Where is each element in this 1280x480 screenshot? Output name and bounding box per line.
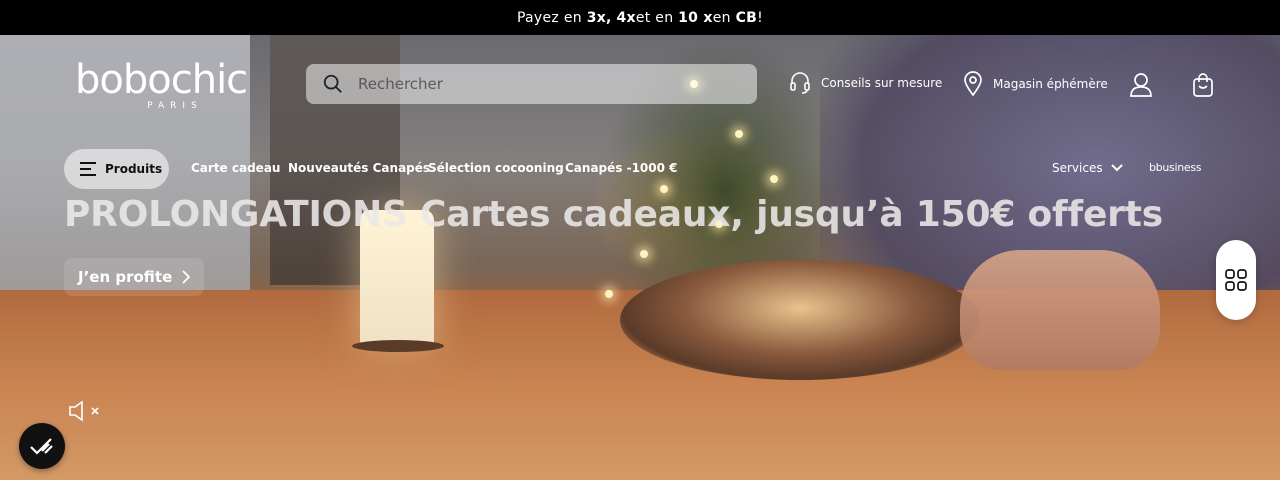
- chevron-right-icon: [182, 270, 191, 284]
- shopping-bag-icon[interactable]: [1191, 72, 1215, 98]
- cookie-consent-button[interactable]: [19, 423, 65, 469]
- hero-hand: [960, 250, 1160, 370]
- speaker-muted-icon[interactable]: [68, 400, 102, 422]
- tree-light: [735, 130, 743, 138]
- promo-mid: et en: [635, 9, 674, 26]
- tree-light: [640, 250, 648, 258]
- tree-light: [660, 185, 668, 193]
- hero-cta-label: J’en profite: [78, 268, 173, 286]
- promo-suffix: !: [757, 9, 764, 26]
- nav-gift-card[interactable]: Carte cadeau: [191, 161, 280, 175]
- hero-cta-button[interactable]: J’en profite: [64, 258, 205, 296]
- location-pin-icon: [964, 71, 982, 97]
- nav-cocooning[interactable]: Sélection cocooning: [428, 161, 564, 175]
- promo-prefix: Payez en: [516, 9, 582, 26]
- services-dropdown[interactable]: Services: [1052, 161, 1123, 175]
- products-menu-label: Produits: [105, 162, 163, 176]
- promo-opt-cb: CB: [735, 9, 758, 26]
- promo-opt-4x: 4x: [616, 9, 636, 26]
- user-icon[interactable]: [1129, 72, 1153, 98]
- brand-logo[interactable]: bobochic PARIS: [75, 60, 275, 112]
- tree-light: [605, 290, 613, 298]
- promo-mid2: en: [712, 9, 731, 26]
- side-widget-button[interactable]: [1216, 240, 1256, 320]
- business-link[interactable]: bbusiness: [1149, 161, 1202, 174]
- advice-link-label: Conseils sur mesure: [821, 76, 943, 90]
- cookie-consent-icon: [30, 438, 53, 455]
- promo-banner: Payez en 3x, 4x et en 10 x en CB !: [0, 0, 1280, 35]
- search-icon[interactable]: [322, 73, 344, 95]
- nav-sofas-under-1000[interactable]: Canapés -1000 €: [565, 161, 678, 175]
- promo-opt-3x: 3x,: [586, 9, 612, 26]
- search-bar[interactable]: [306, 64, 757, 104]
- hero-headline: PROLONGATIONS Cartes cadeaux, jusqu’à 15…: [64, 194, 1163, 235]
- hamburger-icon: [80, 162, 96, 176]
- advice-link[interactable]: Conseils sur mesure: [789, 71, 942, 95]
- nav-new-sofas[interactable]: Nouveautés Canapés: [288, 161, 430, 175]
- chevron-down-icon: [1110, 164, 1123, 172]
- services-label: Services: [1052, 161, 1103, 175]
- products-menu-button[interactable]: Produits: [64, 149, 169, 189]
- store-link[interactable]: Magasin éphémère: [963, 71, 1108, 97]
- hero-candle-base: [352, 340, 444, 352]
- promo-opt-10x: 10 x: [678, 9, 713, 26]
- grid-icon: [1225, 269, 1247, 291]
- headset-icon: [790, 72, 810, 94]
- tree-light: [770, 175, 778, 183]
- logo-wordmark: bobochic: [75, 57, 248, 103]
- store-link-label: Magasin éphémère: [993, 77, 1108, 91]
- search-input[interactable]: [358, 75, 738, 93]
- hero-pinecone-wreath: [620, 260, 980, 380]
